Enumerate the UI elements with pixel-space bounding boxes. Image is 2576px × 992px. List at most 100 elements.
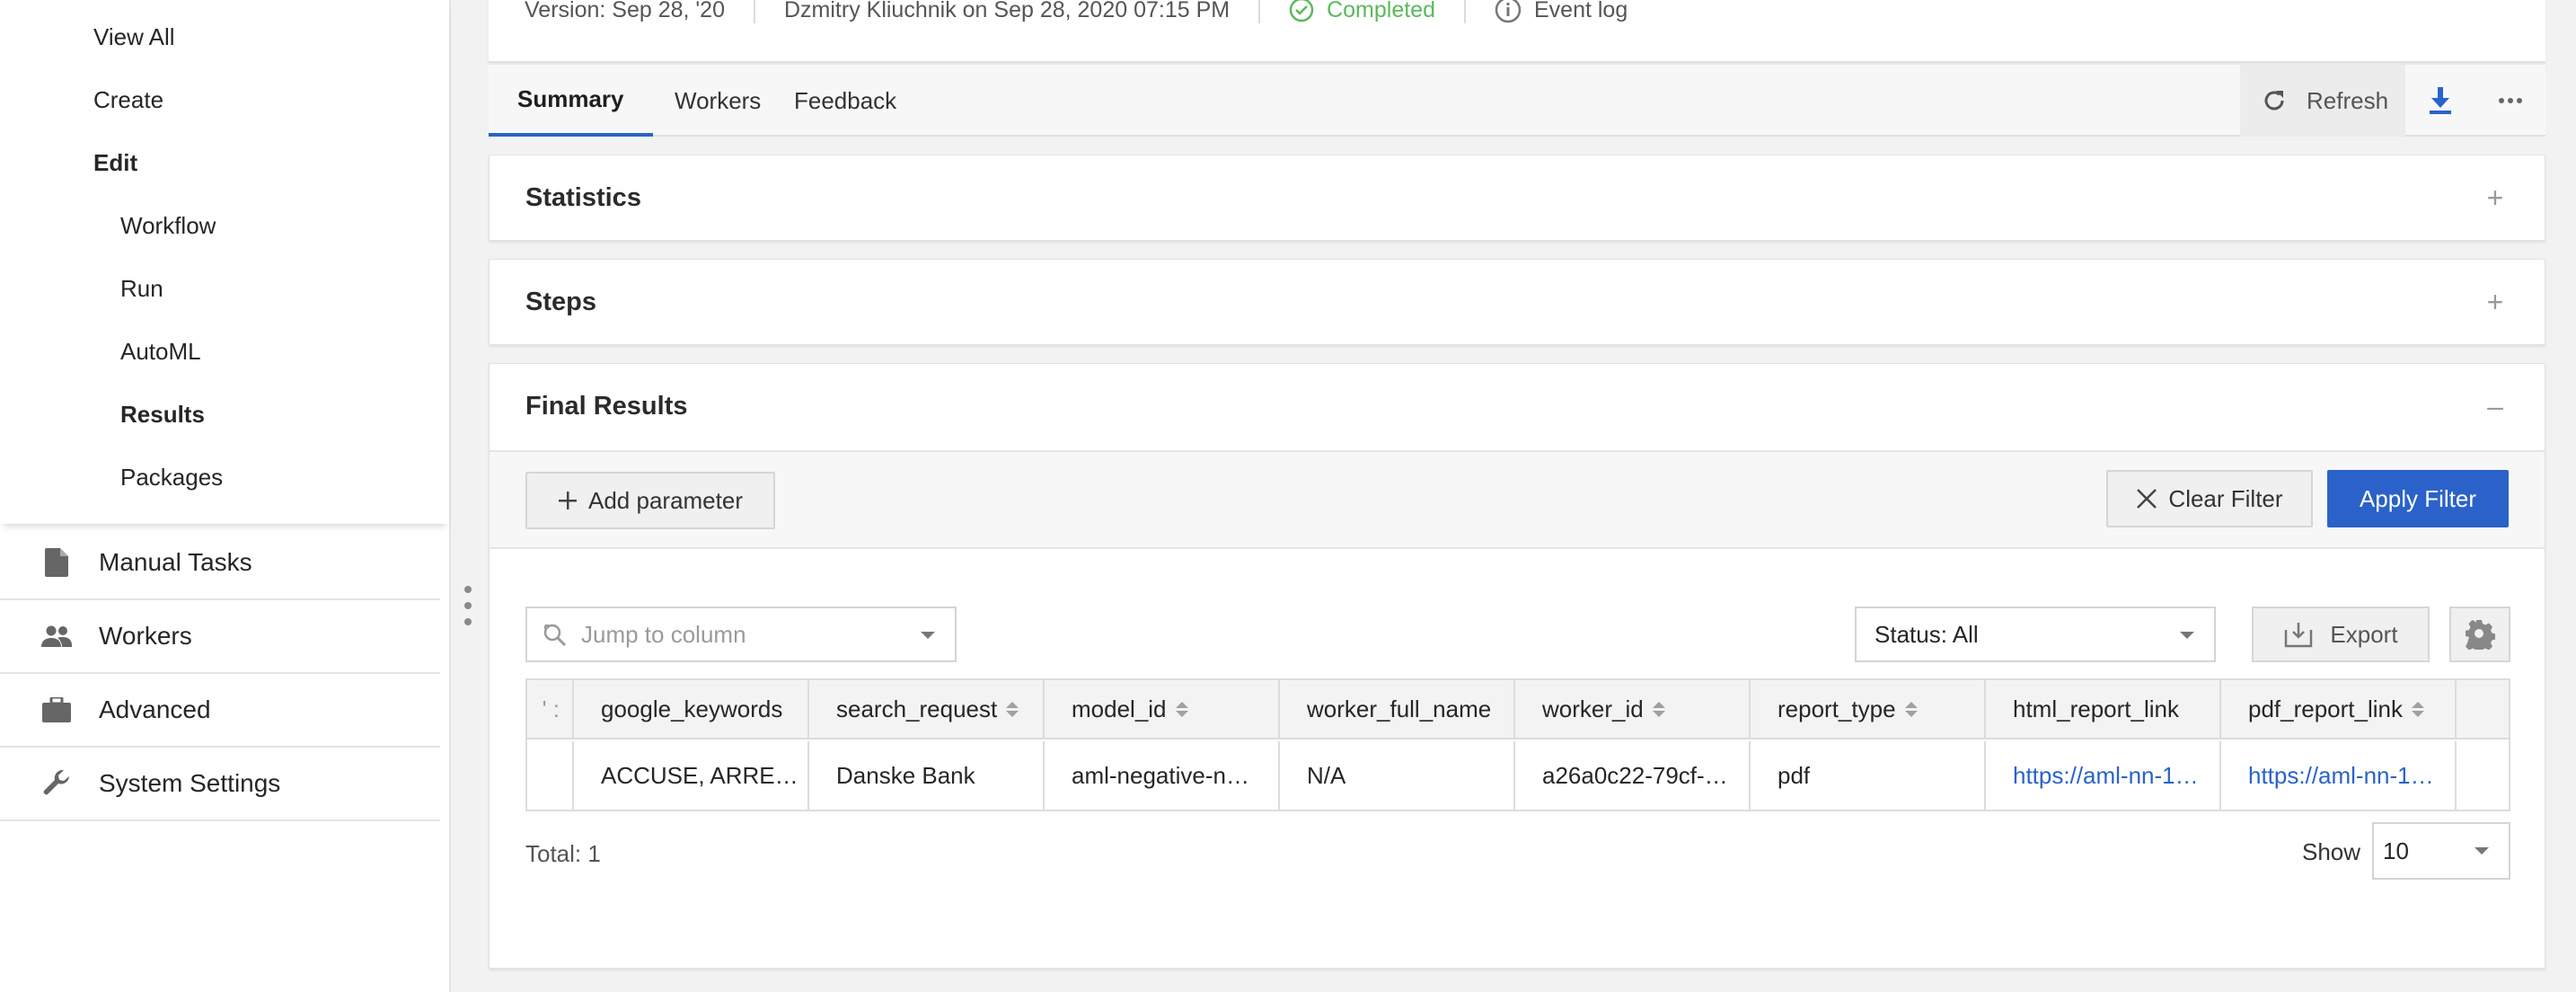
cell-text: ACCUSE, ARRE… (601, 761, 798, 789)
drag-dot (464, 602, 472, 609)
sort-icon[interactable] (2412, 701, 2424, 717)
column-header-label: report_type (1778, 695, 1896, 722)
tabs-bar: Summary Workers Feedback Refresh (489, 65, 2545, 137)
column-header-worker-id[interactable]: worker_id (1515, 680, 1751, 738)
expand-icon[interactable]: + (2482, 286, 2509, 319)
table-settings-button[interactable] (2449, 607, 2510, 662)
refresh-label: Refresh (2307, 86, 2389, 114)
more-options-button[interactable] (2475, 65, 2545, 137)
jump-to-column-placeholder: Jump to column (581, 620, 746, 648)
event-log-label: Event log (1534, 0, 1628, 22)
add-parameter-label: Add parameter (588, 486, 743, 514)
column-header-search-request[interactable]: search_request (809, 680, 1045, 738)
divider (754, 0, 755, 23)
status-filter-select[interactable]: Status: All (1855, 607, 2216, 662)
table-cell-search-request: Danske Bank (809, 741, 1045, 810)
column-header-label: search_request (836, 695, 998, 722)
export-label: Export (2330, 620, 2398, 648)
refresh-button[interactable]: Refresh (2240, 65, 2405, 137)
table-cell-pdf-report-link[interactable]: https://aml-nn-1… (2221, 741, 2457, 810)
run-info-header: Version: Sep 28, '20 Dzmitry Kliuchnik o… (489, 0, 2545, 63)
cell-text: Danske Bank (836, 761, 975, 789)
collapse-icon[interactable]: – (2482, 390, 2509, 423)
clear-filter-button[interactable]: Clear Filter (2106, 470, 2313, 527)
subnav-item-view-all[interactable]: View All (93, 23, 175, 51)
table-cell-filler (2457, 741, 2510, 810)
subnav-item-results[interactable]: Results (120, 401, 205, 429)
subnav-item-create[interactable]: Create (93, 86, 163, 114)
chevron-down-icon (921, 632, 935, 639)
gear-icon (2465, 619, 2495, 650)
event-log-link[interactable]: Event log (1495, 0, 1628, 23)
sidebar-item-label: System Settings (99, 769, 281, 797)
table-cell-report-type: pdf (1751, 741, 1986, 810)
column-header-label: worker_id (1542, 695, 1644, 722)
sidebar-item-workers[interactable]: Workers (0, 600, 440, 674)
cell-text: pdf (1778, 761, 1811, 789)
add-parameter-button[interactable]: Add parameter (525, 472, 775, 529)
column-header-google-keywords[interactable]: google_keywords (574, 680, 809, 738)
subnav-item-packages[interactable]: Packages (120, 464, 223, 492)
final-results-panel-header[interactable]: Final Results – (490, 364, 2545, 448)
subnav-item-workflow[interactable]: Workflow (120, 212, 216, 240)
column-header-pdf-report-link[interactable]: pdf_report_link (2221, 680, 2457, 738)
table-header-row: ' : google_keywords search_request model_i… (527, 680, 2509, 740)
version-text: Version: Sep 28, '20 (525, 0, 725, 22)
column-header-label: html_report_link (2013, 695, 2179, 722)
statistics-panel-header[interactable]: Statistics + (490, 155, 2545, 240)
report-link[interactable]: https://aml-nn-1… (2248, 762, 2434, 790)
refresh-icon (2262, 88, 2287, 113)
column-header-label: pdf_report_link (2248, 695, 2403, 722)
panel-title: Final Results (525, 391, 688, 421)
tab-feedback[interactable]: Feedback (765, 65, 925, 137)
results-table: ' : google_keywords search_request model_i… (525, 678, 2510, 811)
close-icon (2136, 488, 2157, 509)
chevron-down-icon (2475, 847, 2489, 855)
divider (1464, 0, 1466, 23)
table-cell-worker-id: a26a0c22-79cf-… (1515, 741, 1751, 810)
page-size-value: 10 (2383, 837, 2409, 864)
column-header-label: worker_full_name (1307, 695, 1492, 722)
subnav-item-automl[interactable]: AutoML (120, 338, 201, 366)
table-row[interactable]: ACCUSE, ARRE… Danske Bank aml-negative-n… N… (527, 741, 2509, 810)
sidebar-mainnav: Manual Tasks Workers Advanced System Set… (0, 527, 440, 821)
column-header-model-id[interactable]: model_id (1045, 680, 1280, 738)
table-cell-html-report-link[interactable]: https://aml-nn-1… (1986, 741, 2221, 810)
wrench-icon (41, 768, 72, 799)
page-size-select[interactable]: 10 (2372, 822, 2510, 880)
divider (1258, 0, 1261, 23)
sidebar-item-advanced[interactable]: Advanced (0, 674, 440, 748)
author-text: Dzmitry Kliuchnik on Sep 28, 2020 07:15 … (784, 0, 1231, 22)
plus-icon (558, 491, 578, 510)
sidebar-item-manual-tasks[interactable]: Manual Tasks (0, 527, 440, 600)
status-text: Completed (1327, 0, 1435, 22)
steps-panel-header[interactable]: Steps + (490, 260, 2545, 344)
subnav-item-edit[interactable]: Edit (93, 149, 137, 177)
export-button[interactable]: Export (2252, 607, 2430, 662)
jump-to-column-select[interactable]: Jump to column (525, 607, 957, 662)
expand-icon[interactable]: + (2482, 182, 2509, 215)
column-header-worker-full-name[interactable]: worker_full_name (1280, 680, 1515, 738)
report-link[interactable]: https://aml-nn-1… (2013, 762, 2199, 790)
status-filter-value: Status: All (1875, 620, 1979, 648)
column-header-report-type[interactable]: report_type (1751, 680, 1986, 738)
sort-icon[interactable] (1652, 701, 1665, 717)
apply-filter-button[interactable]: Apply Filter (2327, 470, 2509, 527)
drag-dot (464, 586, 472, 593)
tab-summary[interactable]: Summary (489, 65, 653, 137)
steps-panel: Steps + (489, 259, 2545, 345)
sidebar-item-system-settings[interactable]: System Settings (0, 748, 440, 821)
subnav-item-run[interactable]: Run (120, 275, 163, 303)
column-header-html-report-link[interactable]: html_report_link (1986, 680, 2221, 738)
sidebar-resize-handle[interactable] (463, 586, 473, 625)
download-button[interactable] (2405, 65, 2475, 137)
drag-dot (464, 618, 472, 625)
sort-icon[interactable] (1904, 701, 1918, 717)
statistics-panel: Statistics + (489, 155, 2545, 241)
total-count: Total: 1 (525, 840, 601, 867)
column-header-truncated[interactable]: ' : (527, 680, 574, 738)
sort-icon[interactable] (1175, 701, 1188, 717)
table-cell-google-keywords: ACCUSE, ARRE… (574, 741, 809, 810)
download-icon (2429, 87, 2452, 114)
sort-icon[interactable] (1006, 701, 1019, 717)
